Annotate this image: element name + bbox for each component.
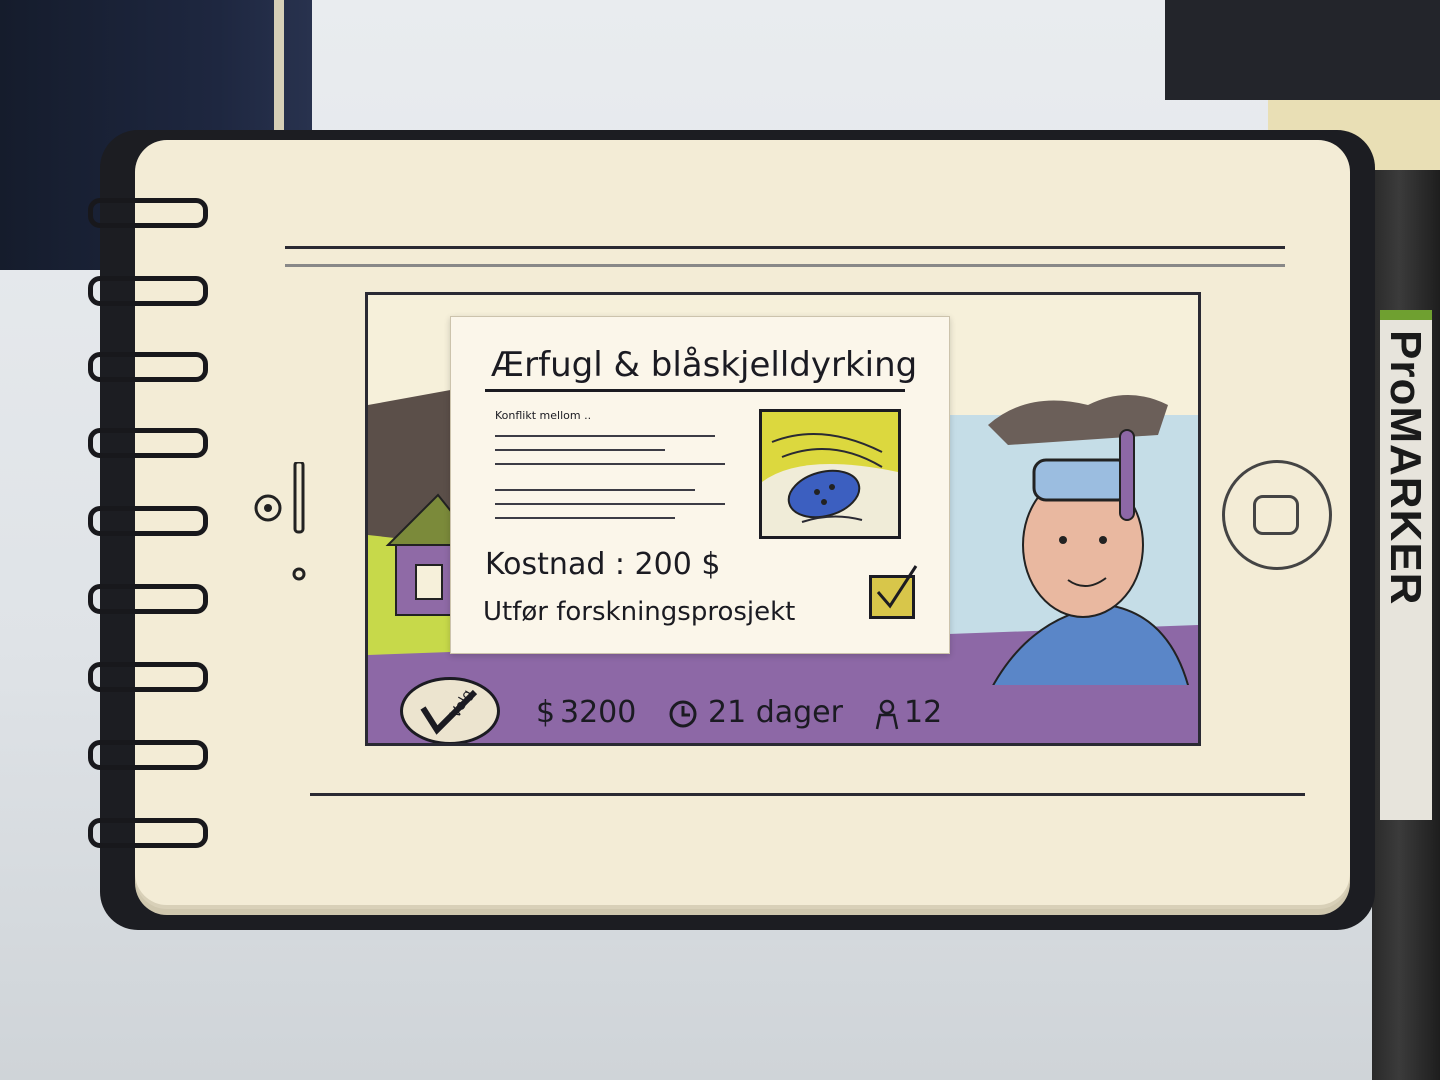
mussel-icon bbox=[762, 433, 898, 536]
text-line bbox=[495, 435, 715, 437]
card-title: Ærfugl & blåskjelldyrking bbox=[491, 345, 918, 385]
project-label: Utfør forskningsprosjekt bbox=[483, 597, 796, 627]
days-value: 21 dager bbox=[708, 695, 843, 730]
frame-line-top-2 bbox=[285, 264, 1285, 267]
text-line bbox=[495, 503, 725, 505]
spiral-ring bbox=[88, 352, 208, 382]
clock-icon bbox=[669, 700, 697, 728]
marker-pen bbox=[1372, 170, 1440, 1080]
spiral-ring bbox=[88, 740, 208, 770]
checkmark-icon bbox=[876, 565, 918, 609]
cost-label: Kostnad : 200 $ bbox=[485, 547, 721, 582]
text-line bbox=[495, 517, 675, 519]
project-checkbox[interactable] bbox=[869, 565, 918, 619]
frame-line-top bbox=[285, 246, 1285, 249]
marker-brand-text: ProMARKER bbox=[1381, 330, 1430, 606]
info-card: Ærfugl & blåskjelldyrking Konflikt mello… bbox=[450, 316, 950, 654]
text-line bbox=[495, 489, 695, 491]
card-description: Konflikt mellom .. bbox=[495, 409, 592, 422]
dollar-icon: $ bbox=[536, 695, 556, 730]
text-line bbox=[495, 449, 665, 451]
spiral-ring bbox=[88, 662, 208, 692]
spiral-ring bbox=[88, 428, 208, 458]
desk-box bbox=[1165, 0, 1440, 100]
mussel-image bbox=[759, 409, 901, 539]
person-icon bbox=[875, 699, 899, 730]
people-value: 12 bbox=[904, 695, 943, 730]
title-underline bbox=[485, 389, 905, 392]
spiral-ring bbox=[88, 818, 208, 848]
spiral-ring bbox=[88, 276, 208, 306]
home-square-icon bbox=[1253, 495, 1299, 535]
spiral-ring bbox=[88, 198, 208, 228]
text-line bbox=[495, 463, 725, 465]
vote-button[interactable]: Velg bbox=[400, 677, 500, 743]
money-value: 3200 bbox=[560, 695, 637, 730]
notebook-pages bbox=[274, 0, 284, 140]
spiral-ring bbox=[88, 584, 208, 614]
spiral-ring bbox=[88, 506, 208, 536]
frame-line-bottom bbox=[310, 793, 1305, 796]
home-button[interactable] bbox=[1222, 460, 1332, 570]
phone-speaker bbox=[292, 462, 306, 581]
camera-icon bbox=[254, 494, 282, 522]
